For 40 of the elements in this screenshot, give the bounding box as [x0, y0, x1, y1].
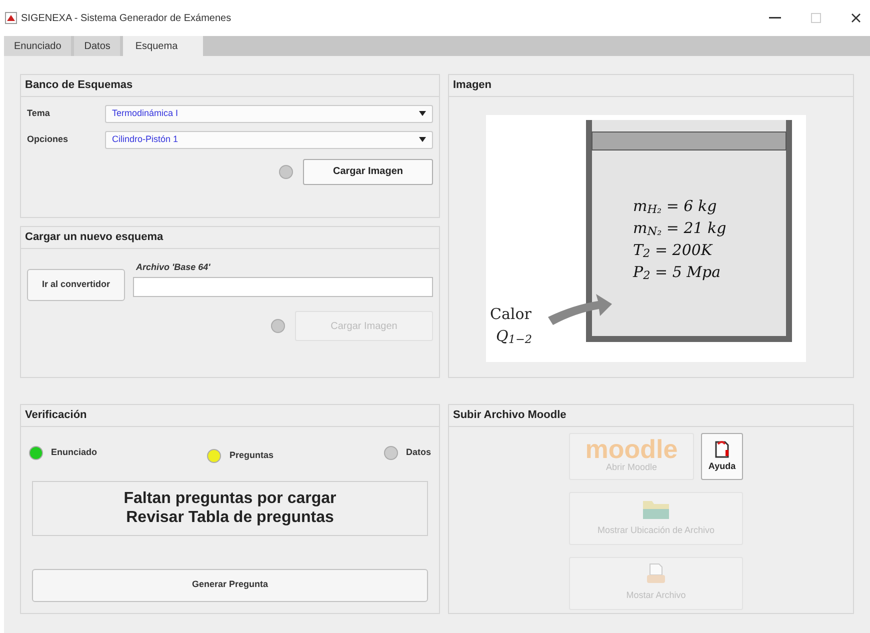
moodle-logo: moodle	[585, 437, 678, 462]
minimize-icon[interactable]	[769, 17, 781, 19]
field-label: Opciones	[27, 132, 70, 146]
caret-icon	[419, 111, 426, 116]
formula-text: m$_{H₂}$ = 6 kg	[633, 196, 718, 216]
caret-icon	[419, 137, 426, 142]
panel-title: Cargar un nuevo esquema	[25, 230, 164, 245]
message-text: Revisar Tabla de preguntas	[126, 508, 334, 527]
load-image-button[interactable]: Cargar Imagen	[303, 158, 433, 184]
panel-title: Verificación	[25, 408, 87, 423]
panel-title: Banco de Esquemas	[25, 78, 133, 93]
generate-button[interactable]: Generar Pregunta	[32, 568, 428, 602]
heat-arrow	[548, 294, 612, 324]
formula-text: m$_{N₂}$ = 21 kg	[633, 218, 726, 238]
dropdown[interactable]: Cilindro-Pistón 1	[105, 130, 433, 148]
field-label: Archivo 'Base 64'	[136, 260, 212, 274]
input-field[interactable]	[133, 277, 433, 297]
formula-text: T$_{2}$ = 200K	[633, 240, 714, 260]
status-label: Enunciado	[51, 446, 98, 459]
message-text: Faltan preguntas por cargar	[124, 489, 336, 508]
dropdown[interactable]: Termodinámica I	[105, 104, 433, 122]
document-icon	[714, 438, 730, 459]
tab[interactable]: Datos	[74, 36, 120, 56]
heat-symbol: Q$_{1−2}$	[496, 326, 532, 347]
status-label: Preguntas	[229, 448, 274, 462]
formula-text: P$_{2}$ = 5 Mpa	[633, 262, 722, 282]
close-icon[interactable]	[851, 13, 861, 23]
status-label: Datos	[406, 446, 431, 459]
app-icon	[5, 12, 17, 24]
tab[interactable]: Enunciado	[4, 36, 72, 56]
panel-title: Imagen	[453, 78, 492, 93]
tab[interactable]: Esquema	[123, 36, 204, 56]
window-title: SIGENEXA - Sistema Generador de Exámenes	[21, 12, 232, 26]
printer-icon	[645, 563, 667, 586]
panel-title: Subir Archivo Moodle	[453, 408, 566, 423]
folder-icon	[642, 498, 670, 520]
converter-button[interactable]: Ir al convertidor	[27, 269, 125, 301]
heat-label: Calor	[490, 304, 532, 324]
field-label: Tema	[27, 106, 51, 120]
help-button[interactable]: Ayuda	[701, 432, 743, 480]
